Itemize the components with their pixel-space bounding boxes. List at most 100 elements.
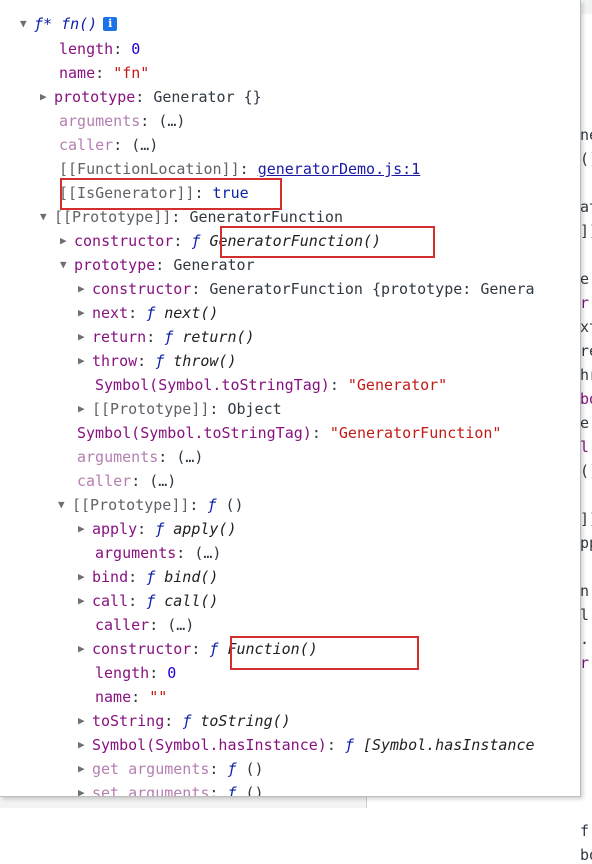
prop-key: bind — [92, 568, 129, 586]
source-fragment: e — [580, 270, 590, 288]
proto1-tostringtag[interactable]: Symbol(Symbol.toStringTag): "GeneratorFu… — [77, 422, 501, 444]
expanded-arrow-icon[interactable]: ▼ — [40, 206, 54, 228]
prop-value[interactable]: (…) — [158, 112, 185, 130]
gen-tostringtag[interactable]: Symbol(Symbol.toStringTag): "Generator" — [95, 374, 447, 396]
collapsed-arrow-icon[interactable]: ▶ — [78, 326, 92, 348]
prop-key: [[Prototype]] — [92, 400, 210, 418]
fp-hasinstance[interactable]: ▶ Symbol(Symbol.hasInstance): ƒ [Symbol.h… — [78, 734, 535, 756]
prop-key: get arguments — [92, 760, 210, 778]
collapsed-arrow-icon[interactable]: ▶ — [60, 230, 74, 252]
source-fragment: .. — [580, 630, 592, 648]
prop-value: "Generator" — [347, 376, 448, 394]
prop-value: bind() — [164, 568, 219, 586]
prop-length[interactable]: length: 0 — [59, 38, 140, 60]
gen-proto[interactable]: ▶ [[Prototype]]: Object — [78, 398, 282, 420]
prop-value: Generator — [173, 256, 255, 274]
prop-value: Object — [227, 400, 282, 418]
source-fragment: ]] — [580, 222, 592, 240]
function-icon: ƒ — [182, 712, 192, 730]
prop-key: next — [92, 304, 129, 322]
collapsed-arrow-icon[interactable]: ▶ — [78, 734, 92, 756]
prop-key: toString — [92, 712, 165, 730]
collapsed-arrow-icon[interactable]: ▶ — [78, 590, 92, 612]
fp-bind[interactable]: ▶ bind: ƒ bind() — [78, 566, 218, 588]
prop-key: caller — [77, 472, 132, 490]
source-link[interactable]: generatorDemo.js:1 — [258, 160, 421, 178]
source-fragment: () — [580, 150, 592, 168]
source-fragment: hr — [580, 366, 592, 384]
prop-value: Generator {} — [153, 88, 262, 106]
collapsed-arrow-icon[interactable]: ▶ — [78, 398, 92, 420]
function-icon: ƒ — [227, 784, 237, 797]
function-icon: ƒ — [207, 496, 217, 514]
expanded-arrow-icon[interactable]: ▼ — [58, 494, 72, 516]
prop-function-location[interactable]: [[FunctionLocation]]: generatorDemo.js:1 — [59, 158, 420, 180]
source-fragment: l — [580, 438, 590, 456]
root-label: ƒ* fn() — [34, 15, 98, 33]
prop-value: toString() — [200, 712, 291, 730]
prop-key: name — [95, 688, 132, 706]
function-icon: ƒ — [155, 352, 165, 370]
prop-key: name — [59, 64, 96, 82]
collapsed-arrow-icon[interactable]: ▶ — [78, 710, 92, 732]
prop-value: throw() — [173, 352, 237, 370]
prop-key: [[Prototype]] — [72, 496, 190, 514]
fp-caller[interactable]: caller: (…) — [95, 614, 194, 636]
prop-key: return — [92, 328, 147, 346]
prop-key: arguments — [59, 112, 141, 130]
prop-value[interactable]: (…) — [194, 544, 221, 562]
fp-length[interactable]: length: 0 — [95, 662, 176, 684]
gen-return[interactable]: ▶ return: ƒ return() — [78, 326, 255, 348]
source-fragment: bo — [580, 390, 592, 408]
fp-call[interactable]: ▶ call: ƒ call() — [78, 590, 218, 612]
prop-value: "GeneratorFunction" — [329, 424, 502, 442]
info-icon[interactable]: i — [103, 17, 118, 31]
prop-key: length — [95, 664, 150, 682]
fp-apply[interactable]: ▶ apply: ƒ apply() — [78, 518, 237, 540]
function-icon: ƒ — [344, 736, 354, 754]
prop-key: constructor — [74, 232, 174, 250]
fp-tostring[interactable]: ▶ toString: ƒ toString() — [78, 710, 291, 732]
prop-name[interactable]: name: "fn" — [59, 62, 149, 84]
prop-value: "fn" — [113, 64, 150, 82]
collapsed-arrow-icon[interactable]: ▶ — [78, 278, 92, 300]
prop-value[interactable]: (…) — [131, 136, 158, 154]
function-icon: ƒ — [155, 520, 165, 538]
fp-set-arguments[interactable]: ▶ set arguments: ƒ () — [78, 782, 264, 797]
gen-throw[interactable]: ▶ throw: ƒ throw() — [78, 350, 237, 372]
prop-value[interactable]: (…) — [176, 448, 203, 466]
gen-constructor[interactable]: ▶ constructor: GeneratorFunction {prototy… — [78, 278, 535, 300]
prop-arguments[interactable]: arguments: (…) — [59, 110, 185, 132]
collapsed-arrow-icon[interactable]: ▶ — [78, 350, 92, 372]
prop-value: () — [225, 496, 244, 514]
prop-value[interactable]: (…) — [149, 472, 176, 490]
prop-key: length — [59, 40, 114, 58]
proto1-caller[interactable]: caller: (…) — [77, 470, 176, 492]
prop-key: arguments — [77, 448, 159, 466]
collapsed-arrow-icon[interactable]: ▶ — [78, 518, 92, 540]
expanded-arrow-icon[interactable]: ▼ — [60, 254, 74, 276]
collapsed-arrow-icon[interactable]: ▶ — [78, 638, 92, 660]
fp-arguments[interactable]: arguments: (…) — [95, 542, 221, 564]
prop-key: throw — [92, 352, 138, 370]
collapsed-arrow-icon[interactable]: ▶ — [78, 782, 92, 796]
collapsed-arrow-icon[interactable]: ▶ — [78, 302, 92, 324]
prop-key: prototype — [54, 88, 136, 106]
expanded-arrow-icon[interactable]: ▼ — [20, 13, 34, 35]
collapsed-arrow-icon[interactable]: ▶ — [40, 86, 54, 108]
prop-prototype[interactable]: ▶ prototype: Generator {} — [40, 86, 262, 108]
tree-root[interactable]: ▼ ƒ* fn() i — [20, 13, 118, 35]
prop-value[interactable]: (…) — [167, 616, 194, 634]
collapsed-arrow-icon[interactable]: ▶ — [78, 758, 92, 780]
prop-value: return() — [182, 328, 255, 346]
function-icon: ƒ — [191, 232, 201, 250]
collapsed-arrow-icon[interactable]: ▶ — [78, 566, 92, 588]
source-fragment: () — [580, 462, 592, 480]
prop-caller[interactable]: caller: (…) — [59, 134, 158, 156]
gen-next[interactable]: ▶ next: ƒ next() — [78, 302, 218, 324]
fp-get-arguments[interactable]: ▶ get arguments: ƒ () — [78, 758, 264, 780]
proto1-arguments[interactable]: arguments: (…) — [77, 446, 203, 468]
fp-name[interactable]: name: "" — [95, 686, 167, 708]
source-fragment: ne — [580, 126, 592, 144]
prop-proto2[interactable]: ▼ [[Prototype]]: ƒ () — [58, 494, 244, 516]
